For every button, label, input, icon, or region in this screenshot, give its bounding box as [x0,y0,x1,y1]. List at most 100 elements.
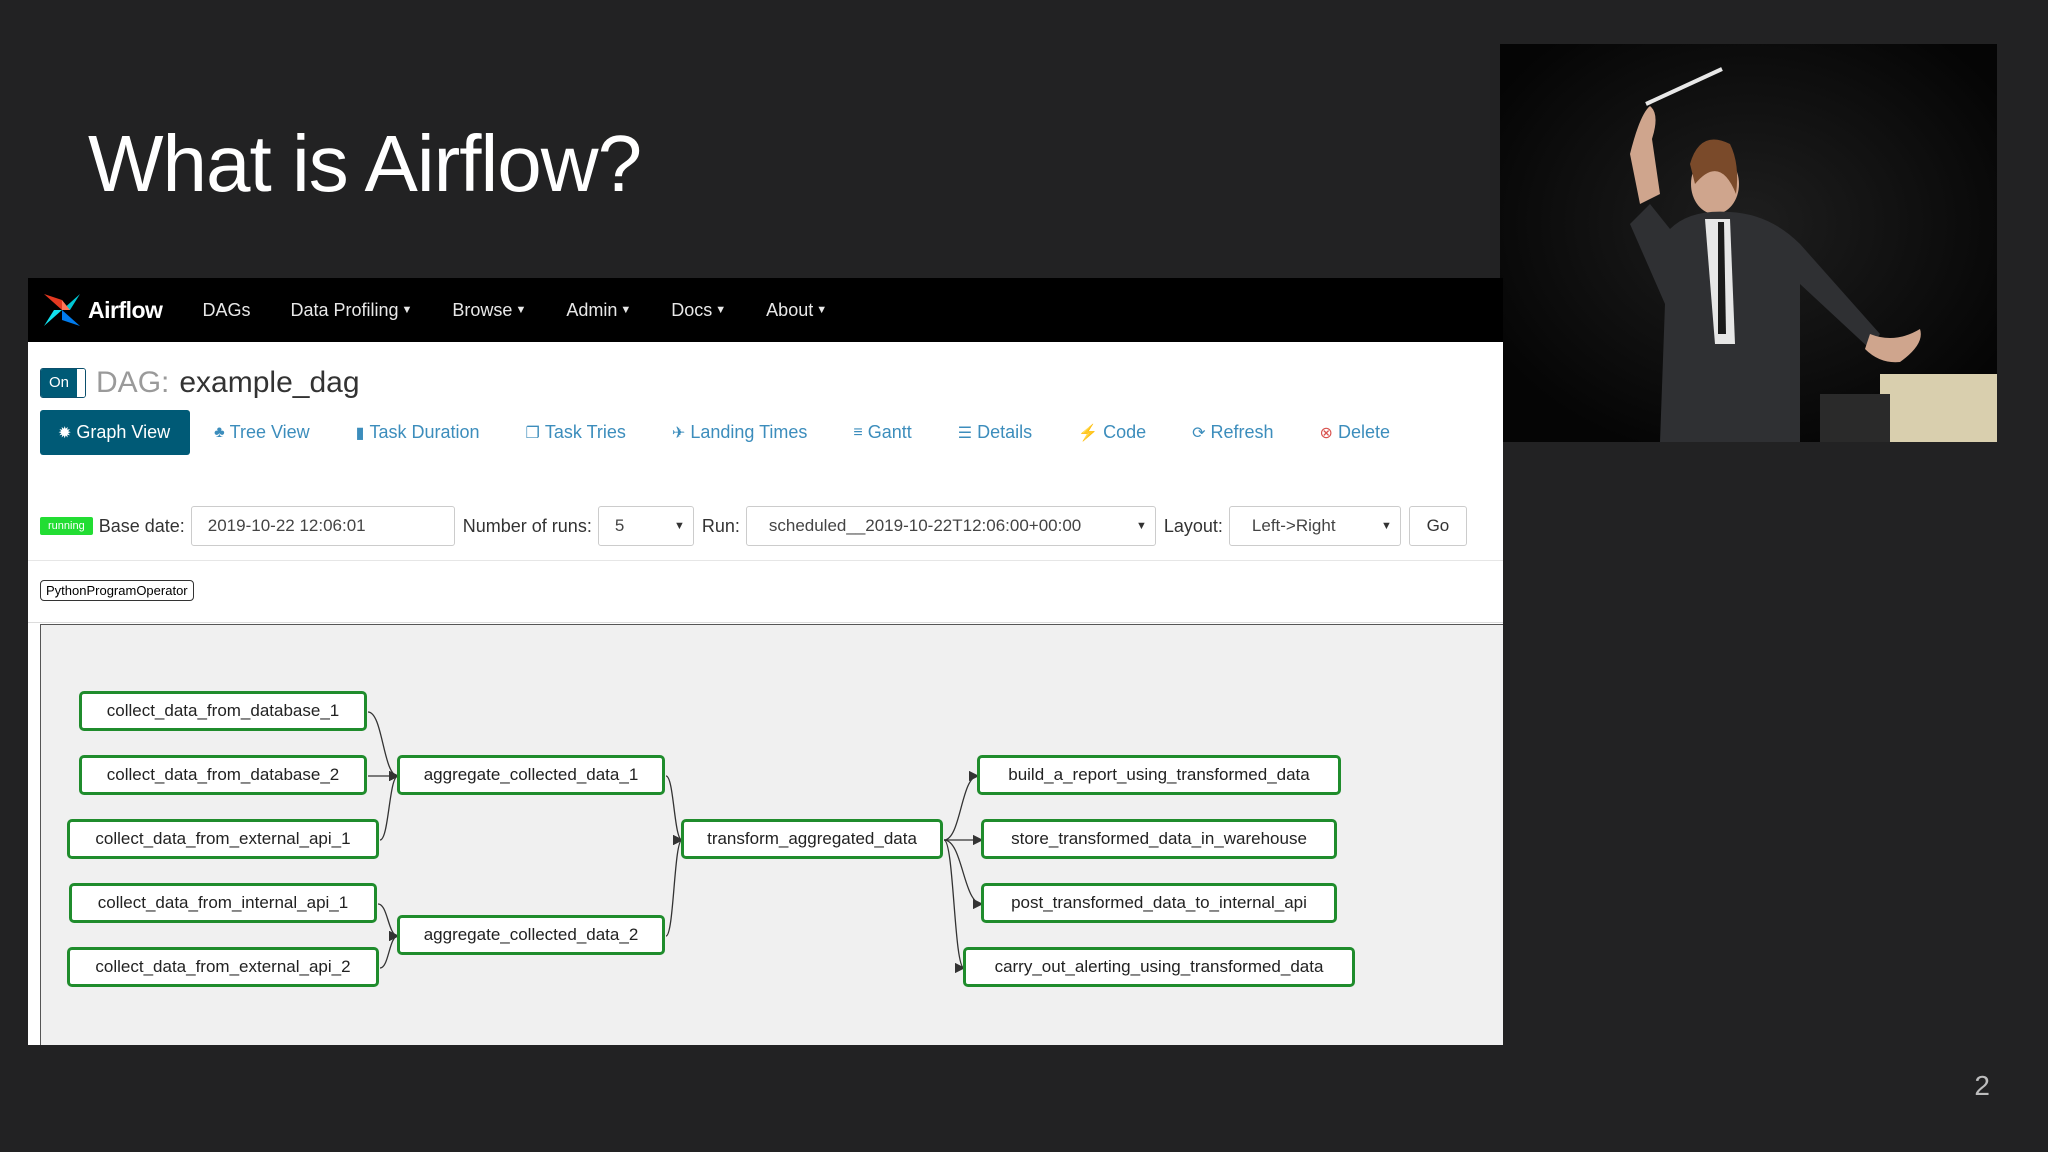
num-runs-label: Number of runs: [462,515,592,536]
graph-edge [665,834,684,937]
caret-down-icon: ▼ [620,304,632,316]
tab-task-tries[interactable]: ❐ Task Tries [526,422,626,443]
tab-refresh[interactable]: ⟳ Refresh [1192,422,1273,443]
task-node[interactable]: collect_data_from_database_1 [79,691,367,731]
graph-edge [943,770,980,841]
tab-label: Tree View [229,422,310,442]
navbar: Airflow DAGs Data Profiling ▼ Browse ▼ Adm… [28,278,1503,342]
task-node[interactable]: aggregate_collected_data_2 [397,915,665,955]
task-node[interactable]: transform_aggregated_data [681,819,943,859]
tab-label: Landing Times [690,422,808,442]
pinwheel-logo-icon [44,294,80,326]
select-arrow-icon: ▼ [673,520,685,532]
nav-data-profiling[interactable]: Data Profiling ▼ [290,300,412,321]
nav-admin[interactable]: Admin ▼ [566,300,631,321]
asterisk-icon: ✹ [58,424,72,442]
nav-browse[interactable]: Browse ▼ [452,300,526,321]
task-node[interactable]: post_transformed_data_to_internal_api [981,883,1337,923]
slide-title: What is Airflow? [88,119,642,208]
caret-down-icon: ▼ [816,304,828,316]
nav-label: Docs [671,299,713,320]
base-date-input[interactable]: 2019-10-22 12:06:01 [190,506,455,546]
tree-icon: ♣ [214,423,225,441]
task-node[interactable]: build_a_report_using_transformed_data [977,755,1341,795]
base-date-label: Base date: [98,515,185,536]
tab-label: Details [977,422,1033,442]
task-node[interactable]: collect_data_from_internal_api_1 [69,883,377,923]
toggle-handle [77,369,86,397]
graph-edge [943,839,984,910]
select-arrow-icon: ▼ [1135,520,1147,532]
nav-docs[interactable]: Docs ▼ [671,300,726,321]
nav-label: Data Profiling [290,299,399,320]
graph-edge [379,930,400,969]
files-icon: ❐ [525,424,540,442]
go-button[interactable]: Go [1408,506,1467,546]
tab-tree-view[interactable]: ♣ Tree View [214,422,310,443]
nav-label: Admin [566,299,618,320]
run-select[interactable]: scheduled__2019-10-22T12:06:00+00:00 ▼ [745,506,1156,546]
nav-label: DAGs [202,299,251,320]
caret-down-icon: ▼ [515,304,527,316]
dag-header: On DAG: example_dag [40,366,360,400]
airflow-brand[interactable]: Airflow [40,290,163,330]
divider [28,560,1503,561]
nav-label: About [766,299,814,320]
bar-chart-icon: ▮ [355,424,365,442]
list-icon: ☰ [957,424,973,442]
tab-label: Delete [1337,422,1390,442]
task-node[interactable]: collect_data_from_external_api_1 [67,819,379,859]
graph-edge [367,711,400,782]
task-node[interactable]: store_transformed_data_in_warehouse [981,819,1337,859]
caret-down-icon: ▼ [715,304,727,316]
tab-delete[interactable]: ⊗ Delete [1320,422,1390,443]
layout-select[interactable]: Left->Right ▼ [1228,506,1401,546]
brand-name: Airflow [88,296,163,323]
graph-edge [943,839,966,974]
num-runs-value: 5 [614,516,625,535]
tab-gantt[interactable]: ≡ Gantt [853,422,911,443]
tab-label: Code [1103,422,1147,442]
operator-legend: PythonProgramOperator [40,580,194,601]
dag-toggle[interactable]: On [40,368,87,398]
plane-icon: ✈ [671,424,686,442]
tab-label: Task Duration [369,422,480,442]
nav-dags[interactable]: DAGs [202,300,250,321]
airflow-screenshot: Airflow DAGs Data Profiling ▼ Browse ▼ Adm… [28,278,1503,1045]
num-runs-select[interactable]: 5 ▼ [597,506,694,546]
tab-details[interactable]: ☰ Details [958,422,1032,443]
divider [28,622,1503,623]
graph-edge [665,775,684,846]
layout-value: Left->Right [1251,516,1336,535]
tab-landing-times[interactable]: ✈ Landing Times [672,422,807,443]
run-label: Run: [701,515,740,536]
layout-label: Layout: [1163,515,1223,536]
run-value: scheduled__2019-10-22T12:06:00+00:00 [768,516,1082,535]
nav-about[interactable]: About ▼ [766,300,827,321]
tab-task-duration[interactable]: ▮ Task Duration [356,422,480,443]
gantt-icon: ≡ [853,423,863,441]
tab-label: Refresh [1210,422,1274,442]
graph-edge [377,903,400,942]
task-node[interactable]: aggregate_collected_data_1 [397,755,665,795]
dag-graph: collect_data_from_database_1 collect_dat… [40,624,1503,1045]
task-node[interactable]: collect_data_from_external_api_2 [67,947,379,987]
nav-label: Browse [452,299,513,320]
tab-label: Task Tries [544,422,626,442]
tab-code[interactable]: ⚡ Code [1078,422,1146,443]
tab-label: Gantt [867,422,912,442]
toggle-on-label: On [41,369,78,397]
tab-graph-view[interactable]: ✹ Graph View [40,410,191,455]
remove-circle-icon: ⊗ [1319,424,1333,442]
task-node[interactable]: carry_out_alerting_using_transformed_dat… [963,947,1355,987]
tab-label: Graph View [76,422,171,442]
select-arrow-icon: ▼ [1381,520,1392,532]
graph-controls: running Base date: 2019-10-22 12:06:01 N… [40,498,1503,554]
slide-number: 2 [1974,1070,1990,1101]
flash-icon: ⚡ [1078,424,1099,442]
refresh-icon: ⟳ [1192,424,1206,442]
state-badge: running [40,517,93,535]
graph-edge [379,770,400,841]
caret-down-icon: ▼ [401,304,413,316]
task-node[interactable]: collect_data_from_database_2 [79,755,367,795]
